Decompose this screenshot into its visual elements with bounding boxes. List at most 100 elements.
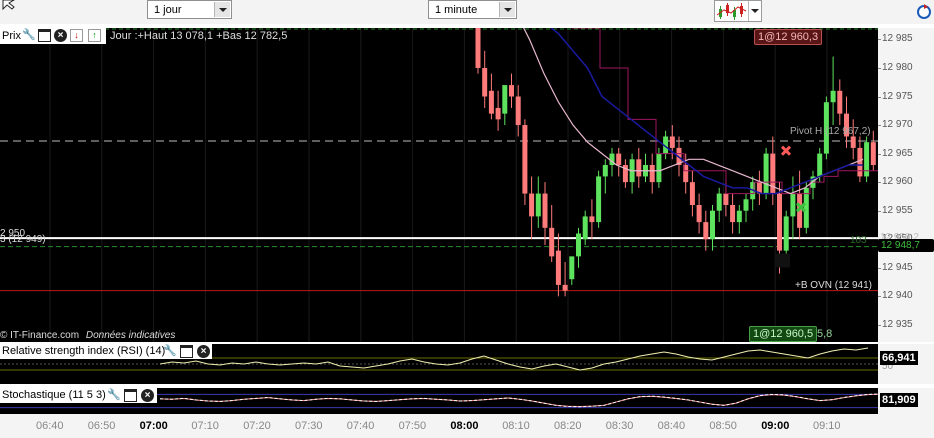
candle-body	[656, 153, 662, 183]
candle-body	[649, 165, 655, 183]
order-tag-bottom-suffix: 5,8	[817, 328, 833, 340]
y-tick-label: 12 960	[878, 176, 913, 188]
candle-body	[488, 90, 494, 114]
candle-body	[743, 199, 749, 211]
candle-body	[777, 193, 782, 251]
candle-body	[555, 250, 561, 285]
close-icon[interactable]: ×	[54, 29, 67, 42]
time-tick-label: 07:40	[346, 420, 375, 432]
day-high-low-info: Jour :+Haut 13 078,1 +Bas 12 782,5	[110, 30, 288, 42]
chevron-down-icon[interactable]	[748, 1, 761, 21]
time-tick-label: 07:30	[295, 420, 323, 432]
y-tick-label: 12 985	[878, 33, 913, 45]
chart-type-select[interactable]	[714, 0, 762, 22]
current-price-tag: 12 948,7	[878, 239, 934, 252]
candle-body	[495, 107, 501, 120]
time-tick-label: 08:10	[502, 420, 530, 432]
candle-body	[736, 210, 742, 223]
buy-arrow-icon[interactable]: ↑	[88, 29, 101, 42]
sell-arrow-icon[interactable]: ↓	[70, 29, 83, 42]
wrench-icon[interactable]: 🔧	[22, 29, 36, 42]
time-tick-label: 07:50	[398, 420, 427, 432]
candle-body	[730, 204, 736, 223]
source-note: Données indicatives	[85, 330, 176, 341]
y-tick-label: 12 935	[878, 318, 913, 330]
close-icon[interactable]: ×	[141, 389, 154, 402]
candle-body	[482, 67, 488, 97]
candle-body	[509, 85, 514, 97]
candle-body	[616, 153, 622, 166]
time-tick-label: 06:50	[87, 420, 116, 432]
price-plot[interactable]	[0, 28, 878, 342]
y-tick-label: 12 940	[878, 290, 913, 302]
rsi-panel[interactable]: Relative strength index (RSI) (14) 🔧 ×	[0, 344, 878, 384]
window-icon[interactable]	[124, 389, 137, 402]
candle-body	[716, 193, 722, 211]
time-tick-label: 08:20	[554, 420, 582, 432]
candle-body	[783, 216, 789, 251]
candle-body	[596, 176, 602, 223]
price-panel-title: Prix	[2, 30, 21, 42]
time-tick-label: 06:40	[36, 420, 64, 432]
candle-body	[582, 216, 588, 240]
time-axis: 06:40 06:50 07:00 07:10 07:20 07:30 07:40 07:50…	[0, 414, 934, 438]
candle-body	[589, 216, 595, 223]
stochastic-axis: 81,909	[878, 388, 934, 414]
y-tick-label: 12 945	[878, 261, 913, 273]
interval-select[interactable]: 1 minute	[428, 0, 517, 19]
position-box	[776, 253, 790, 268]
candle-body	[576, 233, 581, 257]
chevron-down-icon[interactable]	[499, 2, 515, 17]
candle-body	[549, 227, 555, 257]
candle-body	[763, 153, 769, 194]
candle-body	[710, 210, 715, 240]
candle-body	[830, 90, 836, 103]
time-tick-label: 09:10	[813, 420, 841, 432]
stoch-d-line	[159, 393, 878, 407]
candle-body	[562, 284, 568, 291]
sma-slow-line	[550, 28, 863, 195]
candle-body	[502, 85, 508, 114]
stochastic-value: 81,909	[880, 393, 918, 407]
time-tick-label: 08:30	[605, 420, 634, 432]
rsi-axis: 50 66,941	[878, 344, 934, 384]
candle-body	[864, 142, 870, 177]
time-tick-label: 09:00	[761, 420, 790, 432]
ovn-label: +B OVN (12 941)	[795, 280, 872, 291]
candle-body	[850, 136, 856, 148]
interval-select-value: 1 minute	[435, 4, 478, 16]
wrench-icon[interactable]: 🔧	[163, 345, 177, 358]
candle-body	[542, 193, 548, 228]
time-tick-label: 07:00	[139, 420, 168, 432]
window-icon[interactable]	[180, 345, 193, 358]
sma-fast-line	[523, 28, 864, 195]
close-icon[interactable]: ×	[197, 345, 210, 358]
price-chart[interactable]: Prix 🔧 × ↓ ↑ Jour :+Haut 13 078,1 +Bas 1…	[0, 28, 878, 342]
candle-body	[535, 193, 541, 217]
window-icon[interactable]	[38, 29, 51, 42]
y-tick-label: 12 955	[878, 204, 913, 216]
order-tag-top[interactable]: 1@12 960,3	[754, 29, 823, 45]
price-y-axis: 12 985 12 980 12 975 12 970 12 965 12 960 12 9…	[878, 28, 934, 342]
order-tag-bottom[interactable]: 1@12 960,5	[749, 326, 818, 342]
chevron-down-icon[interactable]	[214, 2, 230, 17]
time-tick-label: 08:00	[450, 420, 479, 432]
time-tick-label: 08:40	[657, 420, 686, 432]
y-tick-label: 12 965	[878, 147, 913, 159]
candlestick-chart-icon	[716, 3, 747, 20]
refresh-icon[interactable]	[916, 2, 932, 20]
candle-body	[522, 125, 528, 194]
rsi-line	[159, 347, 869, 371]
candle-body	[790, 193, 796, 217]
candle-body	[669, 136, 675, 148]
stochastic-panel-title: Stochastique (11 5 3)	[2, 389, 106, 401]
toolbar: 1 jour 1 minute	[0, 0, 934, 24]
stochastic-panel[interactable]: Stochastique (11 5 3) 🔧 ×	[0, 388, 878, 414]
candle-body	[602, 165, 608, 177]
candle-body	[723, 193, 729, 205]
wrench-icon[interactable]: 🔧	[107, 389, 121, 402]
candle-body	[817, 153, 823, 177]
candle-body	[475, 28, 481, 68]
period-select[interactable]: 1 jour	[147, 0, 232, 19]
y-tick-label: 12 970	[878, 119, 913, 131]
